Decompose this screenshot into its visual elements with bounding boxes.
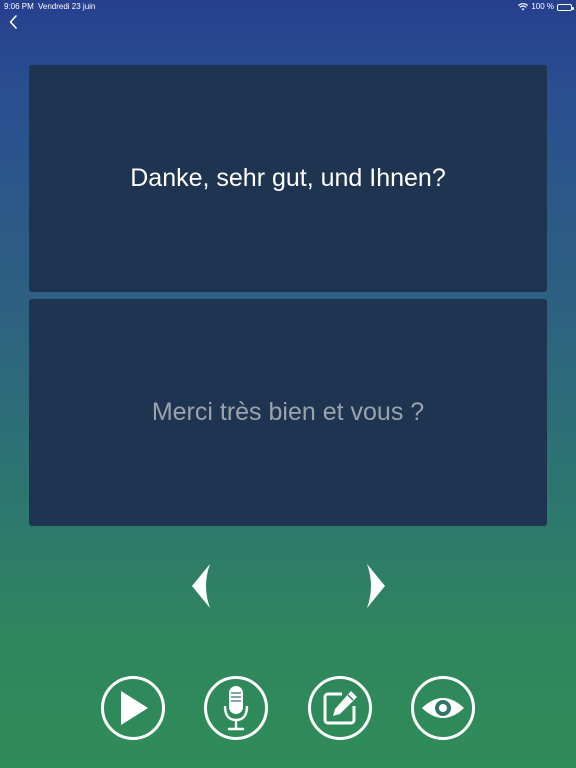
edit-button[interactable] xyxy=(308,676,372,740)
play-icon xyxy=(115,688,151,728)
source-card[interactable]: Danke, sehr gut, und Ihnen? xyxy=(29,65,547,292)
status-indicators: 100 % xyxy=(518,1,574,13)
edit-icon xyxy=(320,688,360,728)
status-time: 9:06 PM xyxy=(4,2,34,11)
reveal-button[interactable] xyxy=(411,676,475,740)
microphone-icon xyxy=(221,684,251,732)
arrow-right-icon xyxy=(364,564,388,614)
battery-icon xyxy=(557,3,574,11)
wifi-icon xyxy=(518,3,529,11)
translation-text: Merci très bien et vous ? xyxy=(151,398,425,426)
arrow-left-icon xyxy=(189,564,213,614)
source-text: Danke, sehr gut, und Ihnen? xyxy=(130,164,446,192)
translation-card[interactable]: Merci très bien et vous ? xyxy=(29,299,547,526)
chevron-left-icon xyxy=(8,14,18,35)
next-button[interactable] xyxy=(364,562,388,610)
back-button[interactable] xyxy=(6,14,20,35)
battery-percent: 100 % xyxy=(531,2,554,11)
eye-icon xyxy=(420,693,466,723)
status-date: Vendredi 23 juin xyxy=(38,2,96,11)
microphone-button[interactable] xyxy=(204,676,268,740)
play-button[interactable] xyxy=(101,676,165,740)
status-bar: 9:06 PM Vendredi 23 juin 100 % xyxy=(0,0,576,14)
previous-button[interactable] xyxy=(189,562,213,610)
